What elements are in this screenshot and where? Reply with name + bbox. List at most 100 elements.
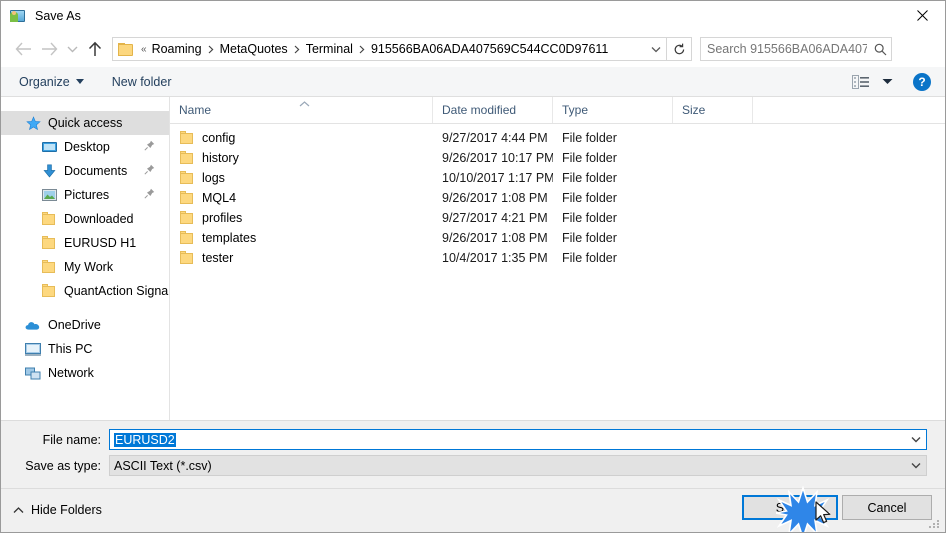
close-icon[interactable] <box>899 1 945 30</box>
new-folder-button[interactable]: New folder <box>104 71 180 93</box>
pin-icon[interactable] <box>144 164 155 178</box>
filetype-value: ASCII Text (*.csv) <box>114 458 212 473</box>
file-name-cell[interactable]: logs <box>170 171 433 185</box>
file-name-cell[interactable]: templates <box>170 231 433 245</box>
column-header-label: Size <box>682 103 706 117</box>
sidebar-item-quick-access[interactable]: Quick access <box>1 111 169 135</box>
organize-button[interactable]: Organize <box>11 71 92 93</box>
file-name: history <box>202 151 239 165</box>
save-button[interactable]: Save <box>742 495 838 520</box>
file-type: File folder <box>562 131 617 145</box>
up-icon[interactable] <box>82 36 108 62</box>
file-name-cell[interactable]: MQL4 <box>170 191 433 205</box>
sidebar-item-network[interactable]: Network <box>1 361 169 385</box>
table-row[interactable]: tester 10/4/2017 1:35 PM File folder <box>170 248 945 268</box>
search-box[interactable] <box>700 37 892 61</box>
hide-folders-button[interactable]: Hide Folders <box>13 503 102 517</box>
cloud-icon <box>25 317 41 333</box>
breadcrumb-item-terminal[interactable]: Terminal <box>303 40 356 58</box>
folder-icon <box>118 42 134 56</box>
column-header-label: Date modified <box>442 103 517 117</box>
folder-icon <box>179 171 195 185</box>
view-list-icon[interactable] <box>851 74 871 90</box>
table-row[interactable]: history 9/26/2017 10:17 PM File folder <box>170 148 945 168</box>
column-header-name[interactable]: Name <box>170 97 433 123</box>
file-name-cell[interactable]: config <box>170 131 433 145</box>
sidebar-item-documents[interactable]: Documents <box>1 159 169 183</box>
filename-input[interactable]: EURUSD2 <box>109 429 927 450</box>
pc-icon <box>25 341 41 357</box>
breadcrumb-item-guid[interactable]: 915566BA06ADA407569C544CC0D97611 <box>368 40 611 58</box>
column-header-type[interactable]: Type <box>553 97 673 123</box>
file-date: 10/10/2017 1:17 PM <box>442 171 553 185</box>
table-row[interactable]: MQL4 9/26/2017 1:08 PM File folder <box>170 188 945 208</box>
folder-icon <box>179 211 195 225</box>
column-header-size[interactable]: Size <box>673 97 753 123</box>
chevron-down-icon[interactable] <box>906 456 926 475</box>
help-button[interactable]: ? <box>913 72 931 91</box>
breadcrumb-item-roaming[interactable]: Roaming <box>149 40 205 58</box>
sidebar-item-label: Pictures <box>64 188 110 202</box>
address-bar[interactable]: « Roaming MetaQuotes Terminal 915566BA06… <box>112 37 692 61</box>
file-name: logs <box>202 171 225 185</box>
sidebar-item-my-work[interactable]: My Work <box>1 255 169 279</box>
search-icon[interactable] <box>869 38 891 60</box>
file-name: config <box>202 131 236 145</box>
file-date: 9/27/2017 4:21 PM <box>442 211 548 225</box>
pin-icon[interactable] <box>144 140 155 154</box>
folder-icon <box>41 259 57 275</box>
breadcrumb-overflow[interactable]: « <box>139 44 149 55</box>
chevron-up-icon <box>13 503 24 517</box>
table-row[interactable]: templates 9/26/2017 1:08 PM File folder <box>170 228 945 248</box>
column-header-date-modified[interactable]: Date modified <box>433 97 553 123</box>
sidebar-item-this-pc[interactable]: This PC <box>1 337 169 361</box>
pin-icon[interactable] <box>144 188 155 202</box>
filename-label: File name: <box>42 432 101 447</box>
app-icon <box>10 8 26 24</box>
sidebar-item-label: This PC <box>48 342 93 356</box>
filetype-label: Save as type: <box>25 458 101 473</box>
sidebar-item-onedrive[interactable]: OneDrive <box>1 313 169 337</box>
sidebar-item-label: EURUSD H1 <box>64 236 137 250</box>
filename-row: File name: EURUSD2 <box>1 429 927 450</box>
file-date: 9/26/2017 1:08 PM <box>442 191 548 205</box>
file-type: File folder <box>562 171 617 185</box>
file-name-cell[interactable]: profiles <box>170 211 433 225</box>
file-name-cell[interactable]: history <box>170 151 433 165</box>
folder-icon <box>41 235 57 251</box>
refresh-icon[interactable] <box>667 38 691 60</box>
sidebar-item-downloaded[interactable]: Downloaded <box>1 207 169 231</box>
chevron-right-icon <box>356 45 368 54</box>
column-header-label: Type <box>562 103 589 117</box>
filetype-select[interactable]: ASCII Text (*.csv) <box>109 455 927 476</box>
organize-label: Organize <box>19 74 70 89</box>
file-name: profiles <box>202 211 243 225</box>
file-list: Name Date modified Type Size config 9/27… <box>170 97 945 420</box>
recent-locations-icon[interactable] <box>62 36 82 62</box>
forward-icon[interactable] <box>36 36 62 62</box>
view-dropdown-icon[interactable] <box>877 74 897 90</box>
chevron-down-icon[interactable] <box>906 430 926 449</box>
sidebar-item-desktop[interactable]: Desktop <box>1 135 169 159</box>
table-row[interactable]: profiles 9/27/2017 4:21 PM File folder <box>170 208 945 228</box>
command-bar-right: ? <box>851 72 931 91</box>
filename-value[interactable]: EURUSD2 <box>114 432 176 447</box>
table-row[interactable]: config 9/27/2017 4:44 PM File folder <box>170 128 945 148</box>
cancel-button[interactable]: Cancel <box>842 495 932 520</box>
column-header-label: Name <box>179 103 212 117</box>
download-arrow-icon <box>41 163 57 179</box>
file-name-cell[interactable]: tester <box>170 251 433 265</box>
sidebar-item-label: Network <box>48 366 94 380</box>
sidebar-item-quantaction-signal[interactable]: QuantAction Signal <box>1 279 169 303</box>
file-date: 9/26/2017 10:17 PM <box>442 151 553 165</box>
sidebar-item-label: Downloaded <box>64 212 134 226</box>
file-type: File folder <box>562 231 617 245</box>
sidebar-item-eurusd-h1[interactable]: EURUSD H1 <box>1 231 169 255</box>
address-dropdown-icon[interactable] <box>646 38 666 60</box>
back-icon[interactable] <box>10 36 36 62</box>
sidebar-item-pictures[interactable]: Pictures <box>1 183 169 207</box>
search-input[interactable] <box>701 41 869 57</box>
breadcrumb-item-metaquotes[interactable]: MetaQuotes <box>217 40 291 58</box>
table-row[interactable]: logs 10/10/2017 1:17 PM File folder <box>170 168 945 188</box>
